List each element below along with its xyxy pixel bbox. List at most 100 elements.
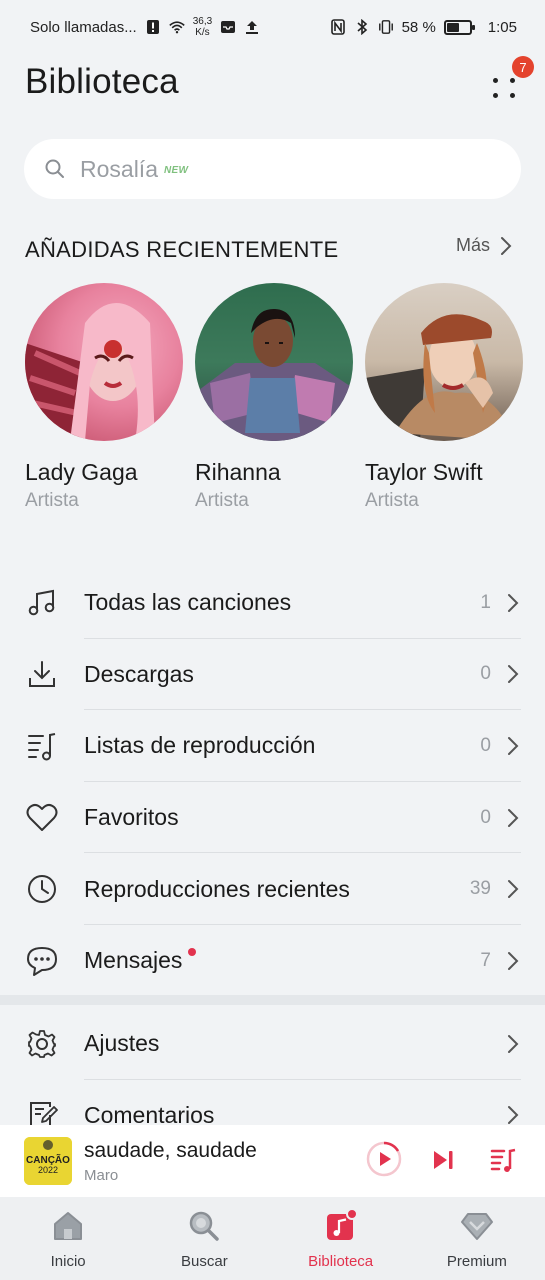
artist-photo — [195, 283, 353, 441]
library-item-count: 7 — [480, 949, 491, 971]
album-art-image: CANÇÃO 2022 — [24, 1137, 72, 1185]
upload-icon — [244, 19, 260, 35]
battery-percent: 58 % — [401, 18, 436, 36]
artist-card-lady-gaga[interactable]: Lady Gaga Artista — [25, 283, 183, 512]
diamond-icon — [460, 1209, 494, 1243]
chevron-right-icon — [508, 1034, 519, 1053]
chevron-right-icon — [508, 808, 519, 827]
bottom-nav: Inicio Buscar Biblioteca Premium — [0, 1197, 545, 1280]
status-bar: Solo llamadas... 36,3 K/s 58 % 1:05 — [0, 0, 545, 54]
nav-item-premium[interactable]: Premium — [409, 1197, 545, 1280]
network-speed: 36,3 K/s — [193, 16, 212, 38]
library-item-count: 39 — [469, 878, 491, 900]
nav-item-biblioteca[interactable]: Biblioteca — [273, 1197, 409, 1280]
library-item-label: Descargas — [84, 660, 194, 687]
notification-badge: 7 — [512, 56, 534, 78]
rihanna-portrait — [195, 308, 353, 441]
library-item-playlists[interactable]: Listas de reproducción 0 — [0, 710, 545, 782]
more-dots-icon — [493, 78, 498, 83]
section-separator — [0, 995, 545, 1005]
library-item-favorites[interactable]: Favoritos 0 — [0, 782, 545, 854]
album-art: CANÇÃO 2022 — [24, 1137, 72, 1185]
page-title: Biblioteca — [25, 62, 179, 101]
library-item-count: 0 — [480, 806, 491, 828]
library-icon — [324, 1209, 358, 1243]
play-button[interactable] — [366, 1141, 402, 1177]
nav-label: Buscar — [181, 1253, 228, 1270]
battery-icon — [443, 19, 475, 35]
search-input[interactable]: Rosalía NEW — [24, 139, 521, 199]
nav-item-buscar[interactable]: Buscar — [136, 1197, 272, 1280]
recent-section-title: AÑADIDAS RECIENTEMENTE — [25, 237, 339, 262]
library-item-label: Mensajes — [84, 947, 197, 974]
chat-bubble-icon — [25, 944, 59, 978]
library-item-label: Listas de reproducción — [84, 732, 316, 759]
heart-icon — [25, 801, 59, 835]
inbox-icon — [220, 19, 236, 35]
more-dot — [510, 78, 515, 83]
library-item-count: 1 — [480, 591, 491, 613]
unread-dot — [188, 948, 197, 957]
play-icon — [380, 1152, 391, 1166]
chevron-right-icon — [508, 593, 519, 612]
nav-label: Premium — [446, 1253, 507, 1270]
artist-card-rihanna[interactable]: Rihanna Artista — [195, 283, 353, 512]
messages-label: Mensajes — [84, 947, 183, 974]
nfc-icon — [330, 19, 346, 35]
recent-more-link[interactable]: Más — [456, 235, 512, 256]
library-item-downloads[interactable]: Descargas 0 — [0, 639, 545, 711]
artist-type: Artista — [195, 490, 249, 511]
artist-name: Taylor Swift — [365, 459, 483, 485]
artist-type: Artista — [25, 490, 79, 511]
gear-icon — [25, 1027, 59, 1061]
settings-item-label: Ajustes — [84, 1030, 160, 1057]
speed-unit: K/s — [195, 27, 210, 38]
clock-icon — [25, 872, 59, 906]
chevron-right-icon — [501, 236, 512, 255]
alert-icon — [145, 19, 161, 35]
search-icon — [187, 1209, 221, 1243]
nav-label: Inicio — [50, 1253, 86, 1270]
settings-item-ajustes[interactable]: Ajustes — [0, 1008, 545, 1080]
library-item-recent-plays[interactable]: Reproducciones recientes 39 — [0, 853, 545, 925]
recent-artists: Lady Gaga Artista Rihanna Artista Taylor… — [25, 283, 523, 512]
chevron-right-icon — [508, 736, 519, 755]
artist-name: Lady Gaga — [25, 459, 138, 485]
artist-photo — [365, 283, 523, 441]
artist-name: Rihanna — [195, 459, 281, 485]
library-item-all-songs[interactable]: Todas las canciones 1 — [0, 567, 545, 639]
artist-card-taylor-swift[interactable]: Taylor Swift Artista — [365, 283, 523, 512]
library-item-count: 0 — [480, 734, 491, 756]
taylor-swift-portrait — [365, 314, 515, 441]
library-item-messages[interactable]: Mensajes 7 — [0, 925, 545, 997]
chevron-right-icon — [508, 665, 519, 684]
vibrate-icon — [378, 19, 394, 35]
playlist-icon — [25, 729, 59, 763]
wifi-icon — [169, 19, 185, 35]
download-icon — [25, 657, 59, 691]
track-artist: Maro — [84, 1167, 119, 1184]
chevron-right-icon — [508, 1106, 519, 1125]
music-note-icon — [25, 586, 59, 620]
library-list: Todas las canciones 1 Descargas 0 Listas… — [0, 567, 545, 997]
artist-type: Artista — [365, 490, 419, 511]
lady-gaga-portrait — [25, 303, 155, 441]
library-item-count: 0 — [480, 663, 491, 685]
carrier-text: Solo llamadas... — [30, 18, 137, 36]
mini-player[interactable]: CANÇÃO 2022 saudade, saudade Maro — [0, 1125, 545, 1197]
nav-item-inicio[interactable]: Inicio — [0, 1197, 136, 1280]
clock-time: 1:05 — [487, 18, 517, 36]
library-item-label: Todas las canciones — [84, 589, 292, 616]
search-placeholder: Rosalía — [80, 155, 158, 182]
chevron-right-icon — [508, 951, 519, 970]
chevron-right-icon — [508, 880, 519, 899]
speed-value: 36,3 — [192, 16, 213, 27]
track-title: saudade, saudade — [84, 1139, 257, 1162]
search-icon — [45, 159, 64, 178]
queue-button[interactable] — [490, 1147, 516, 1173]
next-button[interactable] — [431, 1148, 455, 1172]
artist-photo — [25, 283, 183, 441]
more-label: Más — [456, 235, 491, 255]
new-tag: NEW — [163, 164, 189, 176]
bluetooth-icon — [354, 19, 370, 35]
